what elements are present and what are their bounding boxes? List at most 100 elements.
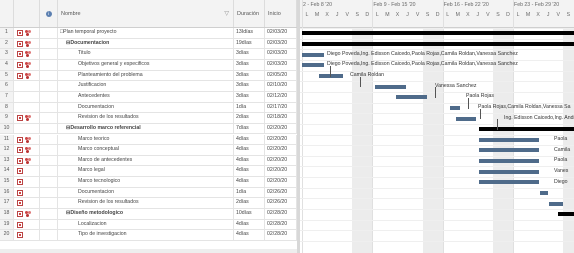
task-name[interactable]: Justificacion xyxy=(58,81,234,91)
task-bar[interactable] xyxy=(478,159,540,164)
task-duration[interactable]: 3días xyxy=(234,70,265,81)
table-row[interactable]: 3 Titulo 3días 02/03/20 xyxy=(0,49,297,60)
table-row[interactable]: 13 Marco de antecedentes 4días 02/20/20 xyxy=(0,155,297,167)
horizontal-scrollbar[interactable] xyxy=(0,249,297,253)
table-row[interactable]: 1 □Plan temporal proyecto 13Idías 02/03/20 xyxy=(0,28,297,39)
task-duration[interactable]: 10días xyxy=(234,209,265,219)
row-number[interactable]: 3 xyxy=(0,49,14,59)
row-number[interactable]: 14 xyxy=(0,166,14,177)
task-name[interactable]: Marco conceptual xyxy=(58,145,234,155)
task-bar[interactable] xyxy=(302,52,325,57)
table-row[interactable]: 5 Planteamiento del problema 3días 02/05/20 xyxy=(0,70,297,82)
task-duration[interactable]: 4días xyxy=(234,134,265,145)
task-duration[interactable]: 3días xyxy=(234,81,265,91)
duration-column-header[interactable]: Duración xyxy=(234,0,265,27)
task-bar[interactable] xyxy=(478,169,540,174)
table-row[interactable]: 16 Documentacion 1día 02/26/20 xyxy=(0,187,297,199)
table-row[interactable]: 10 ⊟Desarrollo marco referencial 7días 02/2… xyxy=(0,123,297,135)
table-row[interactable]: 20 Tipo de investigacion 4días 02/28/20 xyxy=(0,230,297,241)
row-number[interactable]: 16 xyxy=(0,187,14,198)
task-start[interactable]: 02/17/20 xyxy=(265,102,297,113)
task-duration[interactable]: 4días xyxy=(234,145,265,155)
task-name[interactable]: ⊟Desarrollo marco referencial xyxy=(58,123,234,134)
task-name[interactable]: Titulo xyxy=(58,49,234,59)
task-start[interactable]: 02/26/20 xyxy=(265,187,297,198)
row-number[interactable]: 7 xyxy=(0,91,14,102)
row-number[interactable]: 4 xyxy=(0,59,14,70)
row-number[interactable]: 18 xyxy=(0,209,14,219)
task-duration[interactable]: 3días xyxy=(234,91,265,102)
summary-bar[interactable] xyxy=(302,31,574,36)
task-start[interactable]: 02/03/20 xyxy=(265,59,297,70)
table-row[interactable]: 6 Justificacion 3días 02/10/20 xyxy=(0,81,297,92)
row-number[interactable]: 5 xyxy=(0,70,14,81)
row-number[interactable]: 20 xyxy=(0,230,14,240)
task-bar[interactable] xyxy=(478,137,540,142)
row-number[interactable]: 11 xyxy=(0,134,14,145)
task-name[interactable]: Antecedentes xyxy=(58,91,234,102)
table-row[interactable]: 2 ⊟Documentacion 19días 02/03/20 xyxy=(0,38,297,50)
task-bar[interactable] xyxy=(478,180,540,185)
task-name[interactable]: Revision de los resultados xyxy=(58,198,234,209)
task-duration[interactable]: 19días xyxy=(234,38,265,49)
task-duration[interactable]: 7días xyxy=(234,123,265,134)
task-duration[interactable]: 2días xyxy=(234,113,265,123)
task-name[interactable]: Marco de antecedentes xyxy=(58,155,234,166)
name-column-header[interactable]: Nombre ▽ xyxy=(58,0,234,27)
task-name[interactable]: Documentacion xyxy=(58,102,234,113)
table-row[interactable]: 7 Antecedentes 3días 02/12/20 xyxy=(0,91,297,103)
table-row[interactable]: 15 Marco tecnologico 4días 02/20/20 xyxy=(0,177,297,188)
row-number[interactable]: 6 xyxy=(0,81,14,91)
task-start[interactable]: 02/20/20 xyxy=(265,155,297,166)
table-row[interactable]: 19 Localizacion 4días 02/28/20 xyxy=(0,219,297,231)
task-bar[interactable] xyxy=(478,148,540,153)
task-duration[interactable]: 2días xyxy=(234,198,265,209)
task-start[interactable]: 02/20/20 xyxy=(265,166,297,177)
task-bar[interactable] xyxy=(455,116,476,121)
task-start[interactable]: 02/12/20 xyxy=(265,91,297,102)
table-row[interactable]: 4 Objetivos general y especificos 3días 02/… xyxy=(0,59,297,71)
task-start[interactable]: 02/20/20 xyxy=(265,177,297,187)
task-name[interactable]: Revision de los resultados xyxy=(58,113,234,123)
task-name[interactable]: Objetivos general y especificos xyxy=(58,59,234,70)
row-number[interactable]: 17 xyxy=(0,198,14,209)
task-duration[interactable]: 4días xyxy=(234,219,265,230)
task-start[interactable]: 02/20/20 xyxy=(265,123,297,134)
task-bar[interactable] xyxy=(549,201,564,206)
summary-bar[interactable] xyxy=(478,127,574,132)
row-number[interactable]: 13 xyxy=(0,155,14,166)
task-duration[interactable]: 1día xyxy=(234,187,265,198)
task-name[interactable]: Planteamiento del problema xyxy=(58,70,234,81)
task-bar[interactable] xyxy=(319,73,344,78)
task-name[interactable]: Marco teorico xyxy=(58,134,234,145)
task-bar[interactable] xyxy=(449,105,460,110)
task-name[interactable]: ⊟Diseño metodologico xyxy=(58,209,234,219)
task-bar[interactable] xyxy=(375,84,406,89)
info-icon[interactable]: i xyxy=(40,0,58,27)
task-start[interactable]: 02/03/20 xyxy=(265,49,297,59)
row-number[interactable]: 1 xyxy=(0,28,14,38)
summary-bar[interactable] xyxy=(558,212,574,217)
task-start[interactable]: 02/20/20 xyxy=(265,145,297,155)
task-start[interactable]: 02/10/20 xyxy=(265,81,297,91)
table-row[interactable]: 9 Revision de los resultados 2días 02/18/20 xyxy=(0,113,297,124)
task-name[interactable]: Tipo de investigacion xyxy=(58,230,234,240)
table-row[interactable]: 17 Revision de los resultados 2días 02/26/2… xyxy=(0,198,297,210)
task-start[interactable]: 02/28/20 xyxy=(265,219,297,230)
row-number[interactable]: 19 xyxy=(0,219,14,230)
task-name[interactable]: □Plan temporal proyecto xyxy=(58,28,234,38)
summary-bar[interactable] xyxy=(302,41,574,46)
task-start[interactable]: 02/26/20 xyxy=(265,198,297,209)
task-duration[interactable]: 4días xyxy=(234,177,265,187)
table-row[interactable]: 12 Marco conceptual 4días 02/20/20 xyxy=(0,145,297,156)
row-number[interactable]: 10 xyxy=(0,123,14,134)
row-number[interactable]: 2 xyxy=(0,38,14,49)
task-bar[interactable] xyxy=(540,191,549,196)
task-name[interactable]: Marco tecnologico xyxy=(58,177,234,187)
start-column-header[interactable]: Inicio xyxy=(265,0,297,27)
task-start[interactable]: 02/28/20 xyxy=(265,209,297,219)
task-duration[interactable]: 4días xyxy=(234,166,265,177)
task-start[interactable]: 02/28/20 xyxy=(265,230,297,240)
row-number[interactable]: 15 xyxy=(0,177,14,187)
task-start[interactable]: 02/20/20 xyxy=(265,134,297,145)
